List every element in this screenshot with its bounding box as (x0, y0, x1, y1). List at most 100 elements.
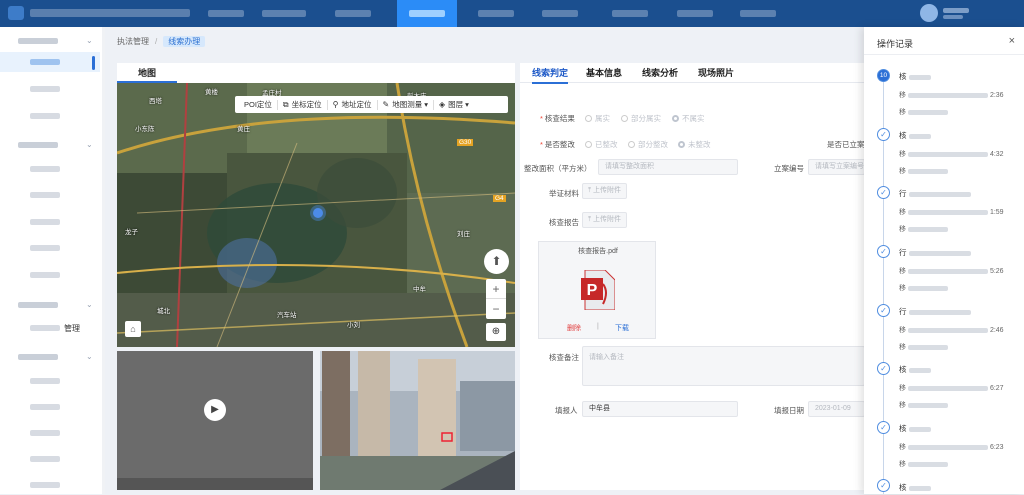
sidebar-item[interactable] (0, 238, 100, 258)
check-circle-icon: ✓ (877, 186, 890, 199)
log-entry-title: 行 (899, 306, 971, 317)
sidebar-item[interactable] (0, 423, 100, 443)
nav-item-8[interactable] (665, 0, 725, 27)
nav-item-6[interactable] (530, 0, 590, 27)
evidence-upload-button[interactable]: ⤒ 上传附件 (582, 183, 628, 199)
log-entry-line: 移 2:36 (899, 92, 1004, 99)
sidebar-item[interactable] (0, 106, 100, 126)
attachment-file-name: 核查报告.pdf (578, 248, 618, 255)
tab-site-photos[interactable]: 现场照片 (698, 66, 734, 79)
radio-true[interactable]: 属实 (585, 113, 610, 124)
breadcrumb-root[interactable]: 执法管理 (117, 37, 149, 46)
locate-me-icon[interactable]: ⊕ (486, 323, 506, 341)
case-number-label: 立案编号 (774, 164, 804, 173)
top-navigation-bar (0, 0, 1024, 27)
user-avatar[interactable] (920, 4, 938, 22)
sidebar-group-4[interactable]: ⌄ (0, 347, 100, 367)
nav-item-1[interactable] (196, 0, 256, 27)
pdf-file-icon: P (581, 270, 615, 310)
highway-shield: G4 (493, 195, 506, 202)
download-attachment-link[interactable]: 下载 (615, 323, 629, 333)
sidebar-item[interactable] (0, 397, 100, 417)
location-marker[interactable] (313, 208, 323, 218)
layers-icon: ◈ (438, 100, 446, 109)
tab-basic-info[interactable]: 基本信息 (586, 66, 622, 79)
sidebar-item[interactable] (0, 159, 100, 179)
address-locate-button[interactable]: ⚲ 地址定位 (328, 99, 378, 110)
log-entry-line: 移 (899, 283, 948, 293)
log-entry-line: 移 (899, 459, 948, 469)
radio-not-true[interactable]: 不属实 (672, 113, 705, 124)
map-label: 中牟 (413, 286, 426, 293)
highway-shield: G30 (457, 139, 474, 146)
close-icon[interactable]: × (1009, 35, 1015, 47)
nav-item-3[interactable] (323, 0, 383, 27)
zoom-in-button[interactable]: + (486, 279, 506, 299)
map-label: 城北 (157, 308, 170, 315)
nav-item-2[interactable] (250, 0, 310, 27)
tab-clue-judgement[interactable]: 线索判定 (532, 66, 569, 84)
rectified-label: * 是否整改 (540, 140, 575, 149)
sidebar-item[interactable] (0, 185, 100, 205)
filed-label: 是否已立案 (827, 140, 865, 149)
log-entry-title: 核 (899, 482, 931, 493)
log-entry-title: 核 (899, 71, 931, 82)
nav-item-5[interactable] (466, 0, 526, 27)
satellite-map[interactable]: 孟庄村 黄楼 西塔 彭木庄 小东陈 G30 G4 黄庄 龙子 刘庄 城北 汽车站… (117, 83, 515, 347)
app-logo (8, 6, 24, 20)
nav-item-active[interactable] (397, 0, 457, 27)
location-pin-icon: ⚲ (332, 100, 339, 109)
radio-partial-rectified[interactable]: 部分整改 (628, 139, 668, 150)
user-name-blurred (943, 8, 969, 13)
copy-icon: ⧉ (282, 99, 289, 109)
map-label: 刘庄 (457, 231, 470, 238)
report-date-input[interactable]: 2023-01-09 (808, 401, 865, 417)
sidebar-item-selected[interactable] (0, 52, 100, 72)
sidebar-item[interactable] (0, 371, 100, 391)
sidebar-group-1[interactable]: ⌄ (0, 31, 100, 51)
sidebar-item[interactable] (0, 265, 100, 285)
report-upload-button[interactable]: ⤒ 上传附件 (582, 212, 628, 228)
sidebar-item[interactable] (0, 212, 100, 232)
ruler-icon: ✎ (382, 100, 390, 109)
site-photo[interactable] (320, 351, 515, 490)
coordinate-locate-button[interactable]: ⧉ 坐标定位 (278, 99, 328, 110)
map-label: 黄庄 (237, 126, 250, 133)
caret-down-icon: ▾ (424, 100, 428, 109)
operation-log-drawer: 操作记录 × 10 核 移 2:36 移 ✓ 核 移 4:32 移 ✓ 行 移 … (864, 27, 1024, 494)
remark-textarea[interactable]: 请输入备注 (582, 346, 865, 386)
sidebar-group-2[interactable]: ⌄ (0, 135, 100, 155)
sidebar-item-manage[interactable]: 管理 (0, 318, 100, 338)
sidebar-group-3[interactable]: ⌄ (0, 295, 100, 315)
sidebar-item[interactable] (0, 475, 100, 495)
breadcrumb: 执法管理 / 线索办理 (117, 36, 206, 47)
sidebar-item[interactable] (0, 449, 100, 469)
compass-icon[interactable]: ⬆ (484, 249, 509, 274)
area-input[interactable]: 请填写整改面积 (598, 159, 738, 175)
video-player[interactable]: ▶ (117, 351, 313, 490)
home-icon[interactable]: ⌂ (125, 321, 141, 337)
map-measure-dropdown[interactable]: ✎ 地图测量 ▾ (378, 99, 434, 110)
video-control-bar[interactable] (117, 478, 313, 490)
zoom-out-button[interactable]: − (486, 299, 506, 319)
reporter-label: 填报人 (555, 406, 578, 415)
delete-attachment-link[interactable]: 删除 (567, 323, 581, 333)
chevron-down-icon: ⌄ (86, 36, 93, 45)
layers-dropdown[interactable]: ◈ 图层 ▾ (434, 100, 474, 110)
tab-clue-analysis[interactable]: 线索分析 (642, 66, 678, 79)
case-number-input[interactable]: 请填写立案编号 (808, 159, 865, 175)
nav-item-9[interactable] (728, 0, 788, 27)
sidebar-scrollbar[interactable] (102, 27, 105, 494)
log-entry-line: 移 2:46 (899, 327, 1004, 334)
reporter-input[interactable]: 中牟县 (582, 401, 738, 417)
radio-partial-true[interactable]: 部分属实 (621, 113, 661, 124)
radio-not-rectified[interactable]: 未整改 (678, 139, 711, 150)
radio-rectified[interactable]: 已整改 (585, 139, 618, 150)
timeline-node: 10 (877, 69, 890, 82)
poi-locate-button[interactable]: POI定位 (239, 99, 278, 110)
play-icon[interactable]: ▶ (204, 399, 226, 421)
nav-item-7[interactable] (600, 0, 660, 27)
sidebar-item[interactable] (0, 79, 100, 99)
log-entry-line: 移 (899, 342, 948, 352)
tab-map[interactable]: 地图 (117, 63, 177, 83)
